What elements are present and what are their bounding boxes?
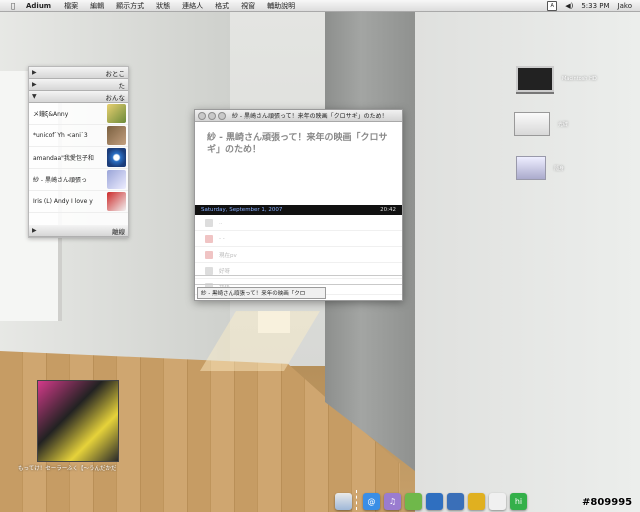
group-label: 離線 [112,227,125,236]
message-input[interactable] [195,275,402,285]
adium-icon[interactable] [489,493,506,510]
avatar [107,192,126,211]
avatar [205,250,213,259]
close-button[interactable] [198,111,206,120]
chat-header: 紗 - 黒崎さん頑張って！来年の映画「クロサギ」のため！ [195,122,402,205]
dvd-icon [514,112,550,136]
group-label: おとこ [105,69,126,78]
contact-name: *unicof`Yh <ani`3 [33,132,88,139]
desktop-icon-label: 光碟 [558,121,569,128]
group-header[interactable]: ▼ おんな [29,91,128,103]
menu-format[interactable]: 格式 [215,1,229,11]
avatar [107,104,126,123]
contact-item[interactable]: Iris (L) Andy I love y [29,191,128,213]
xcode-icon[interactable] [426,493,443,510]
mail-icon[interactable]: @ [363,493,380,510]
group-header-offline[interactable]: ▶ 離線 [29,225,128,237]
finder-icon[interactable] [335,493,352,510]
group-label: おんな [105,93,126,102]
menu-file[interactable]: 檔案 [64,1,78,11]
avatar [107,170,126,189]
desktop-icon-dvd[interactable]: 光碟 [514,112,568,136]
group-header[interactable]: ▶ た [29,79,128,91]
minimize-button[interactable] [208,111,216,120]
menu-app-name[interactable]: Adium [26,2,51,10]
watermark: #809995 [582,497,633,508]
desktop-icon-hd[interactable]: Macintosh HD [516,66,597,92]
avatar [205,266,213,275]
disclosure-right-icon[interactable]: ▶ [32,81,40,88]
chat-message: 現在pv [195,247,402,263]
apple-icon[interactable]:  [8,2,18,10]
desktop-icon-label: Macintosh HD [562,76,597,82]
chat-window: 紗 - 黒崎さん頑張って！来年の映画「クロサギ」のため！ 紗 - 黒崎さん頑張っ… [194,109,403,301]
contact-name: Iris (L) Andy I love y [33,198,93,205]
chat-message: - - [195,231,402,247]
contact-item[interactable]: *unicof`Yh <ani`3 [29,125,128,147]
group-label: た [118,81,126,90]
desktop-icon-label: 隨身 [554,165,565,172]
preview-icon[interactable] [405,493,422,510]
message-text: 好呀 [219,268,231,275]
album-caption: もってけ！セーラーふく【～うんだかだ [18,466,117,472]
group-header[interactable]: ▶ おとこ [29,67,128,79]
menu-window[interactable]: 視窗 [241,1,255,11]
volume-icon[interactable]: ◀) [565,2,573,10]
disclosure-right-icon[interactable]: ▶ [32,227,40,234]
chat-header-text: 紗 - 黒崎さん頑張って！来年の映画「クロサギ」のため！ [207,133,388,155]
ichat-icon[interactable]: hi [510,493,527,510]
contact-list-window: ▶ おとこ ▶ た ▼ おんな メ鐘ξ&Anny *unicof`Yh <ani… [28,66,129,238]
avatar [205,218,213,227]
menu-clock[interactable]: 5:33 PM [581,2,609,10]
usb-drive-icon [516,156,546,180]
chat-tab[interactable]: 紗 - 黒崎さん頑張って！来年の映画「クロ [197,287,326,299]
menu-user[interactable]: Jako [618,2,632,10]
message-text: 現在pv [219,252,237,259]
dock-separator [356,490,359,510]
contact-name: 紗 - 黒崎さん頑張っ [33,177,87,184]
hard-disk-icon [516,66,554,92]
input-method-icon[interactable]: A [547,0,558,11]
chat-date-bar: Saturday, September 1, 2007 20:42 [195,205,402,215]
menu-edit[interactable]: 編輯 [90,1,104,11]
avatar [107,126,126,145]
menu-help[interactable]: 輔助說明 [267,1,295,11]
chat-tab-label: 紗 - 黒崎さん頑張って！来年の映画「クロ [201,291,306,297]
zoom-button[interactable] [218,111,226,120]
safari-icon[interactable] [468,493,485,510]
chat-date: Saturday, September 1, 2007 [201,207,283,213]
menu-status[interactable]: 狀態 [156,1,170,11]
menu-contact[interactable]: 連絡人 [182,1,203,11]
disclosure-down-icon[interactable]: ▼ [32,93,40,100]
album-art[interactable] [37,380,119,462]
avatar [107,148,126,167]
avatar [205,234,213,243]
contact-item[interactable]: 紗 - 黒崎さん頑張っ [29,169,128,191]
dashboard-icon[interactable] [447,493,464,510]
message-text: .. [219,219,223,226]
chat-title-bar[interactable]: 紗 - 黒崎さん頑張って！来年の映画「クロサギ」のため！ [195,110,402,122]
contact-name: amandaa"我愛包子和 [33,155,94,162]
itunes-icon[interactable]: ♫ [384,493,401,510]
contact-name: メ鐘ξ&Anny [33,111,69,118]
chat-title: 紗 - 黒崎さん頑張って！来年の映画「クロサギ」のため！ [232,113,388,120]
menu-bar:  Adium 檔案 編輯 顯示方式 狀態 連絡人 格式 視窗 輔助說明 A ◀… [0,0,640,12]
chat-message: .. [195,215,402,231]
contact-item[interactable]: amandaa"我愛包子和 [29,147,128,169]
disclosure-right-icon[interactable]: ▶ [32,69,40,76]
dock: @ ♫ hi [335,484,567,510]
menu-view[interactable]: 顯示方式 [116,1,144,11]
contact-item[interactable]: メ鐘ξ&Anny [29,103,128,125]
message-text: - - [219,235,225,242]
chat-time: 20:42 [380,207,396,213]
desktop-icon-usb[interactable]: 隨身 [516,156,564,180]
